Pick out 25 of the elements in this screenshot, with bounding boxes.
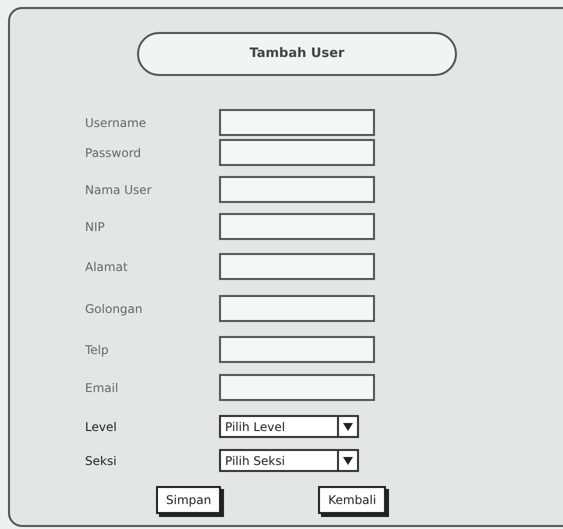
input-field[interactable] <box>219 253 375 280</box>
field-label: Seksi <box>85 452 118 470</box>
input-field[interactable] <box>219 374 375 401</box>
field-label: Golongan <box>85 300 144 318</box>
field-label: Telp <box>85 342 110 358</box>
field-label: Alamat <box>85 258 129 276</box>
dropdown[interactable]: Pilih Seksi <box>219 449 359 472</box>
form-button[interactable]: Simpan <box>156 486 222 514</box>
input-field[interactable] <box>219 109 375 136</box>
form-title: Tambah User <box>137 32 457 76</box>
dropdown-arrow-icon <box>343 456 353 464</box>
input-field[interactable] <box>219 295 375 322</box>
field-label: Level <box>85 418 118 436</box>
input-field[interactable] <box>219 213 375 240</box>
dropdown-arrow-icon <box>343 422 353 430</box>
field-label: Email <box>85 380 120 396</box>
field-label: Nama User <box>85 182 153 198</box>
input-field[interactable] <box>219 139 375 166</box>
field-label: NIP <box>85 218 106 236</box>
form-button[interactable]: Kembali <box>318 486 386 514</box>
dropdown[interactable]: Pilih Level <box>219 415 359 438</box>
input-field[interactable] <box>219 176 375 203</box>
field-label: Username <box>85 114 148 132</box>
field-label: Password <box>85 144 142 162</box>
input-field[interactable] <box>219 336 375 363</box>
